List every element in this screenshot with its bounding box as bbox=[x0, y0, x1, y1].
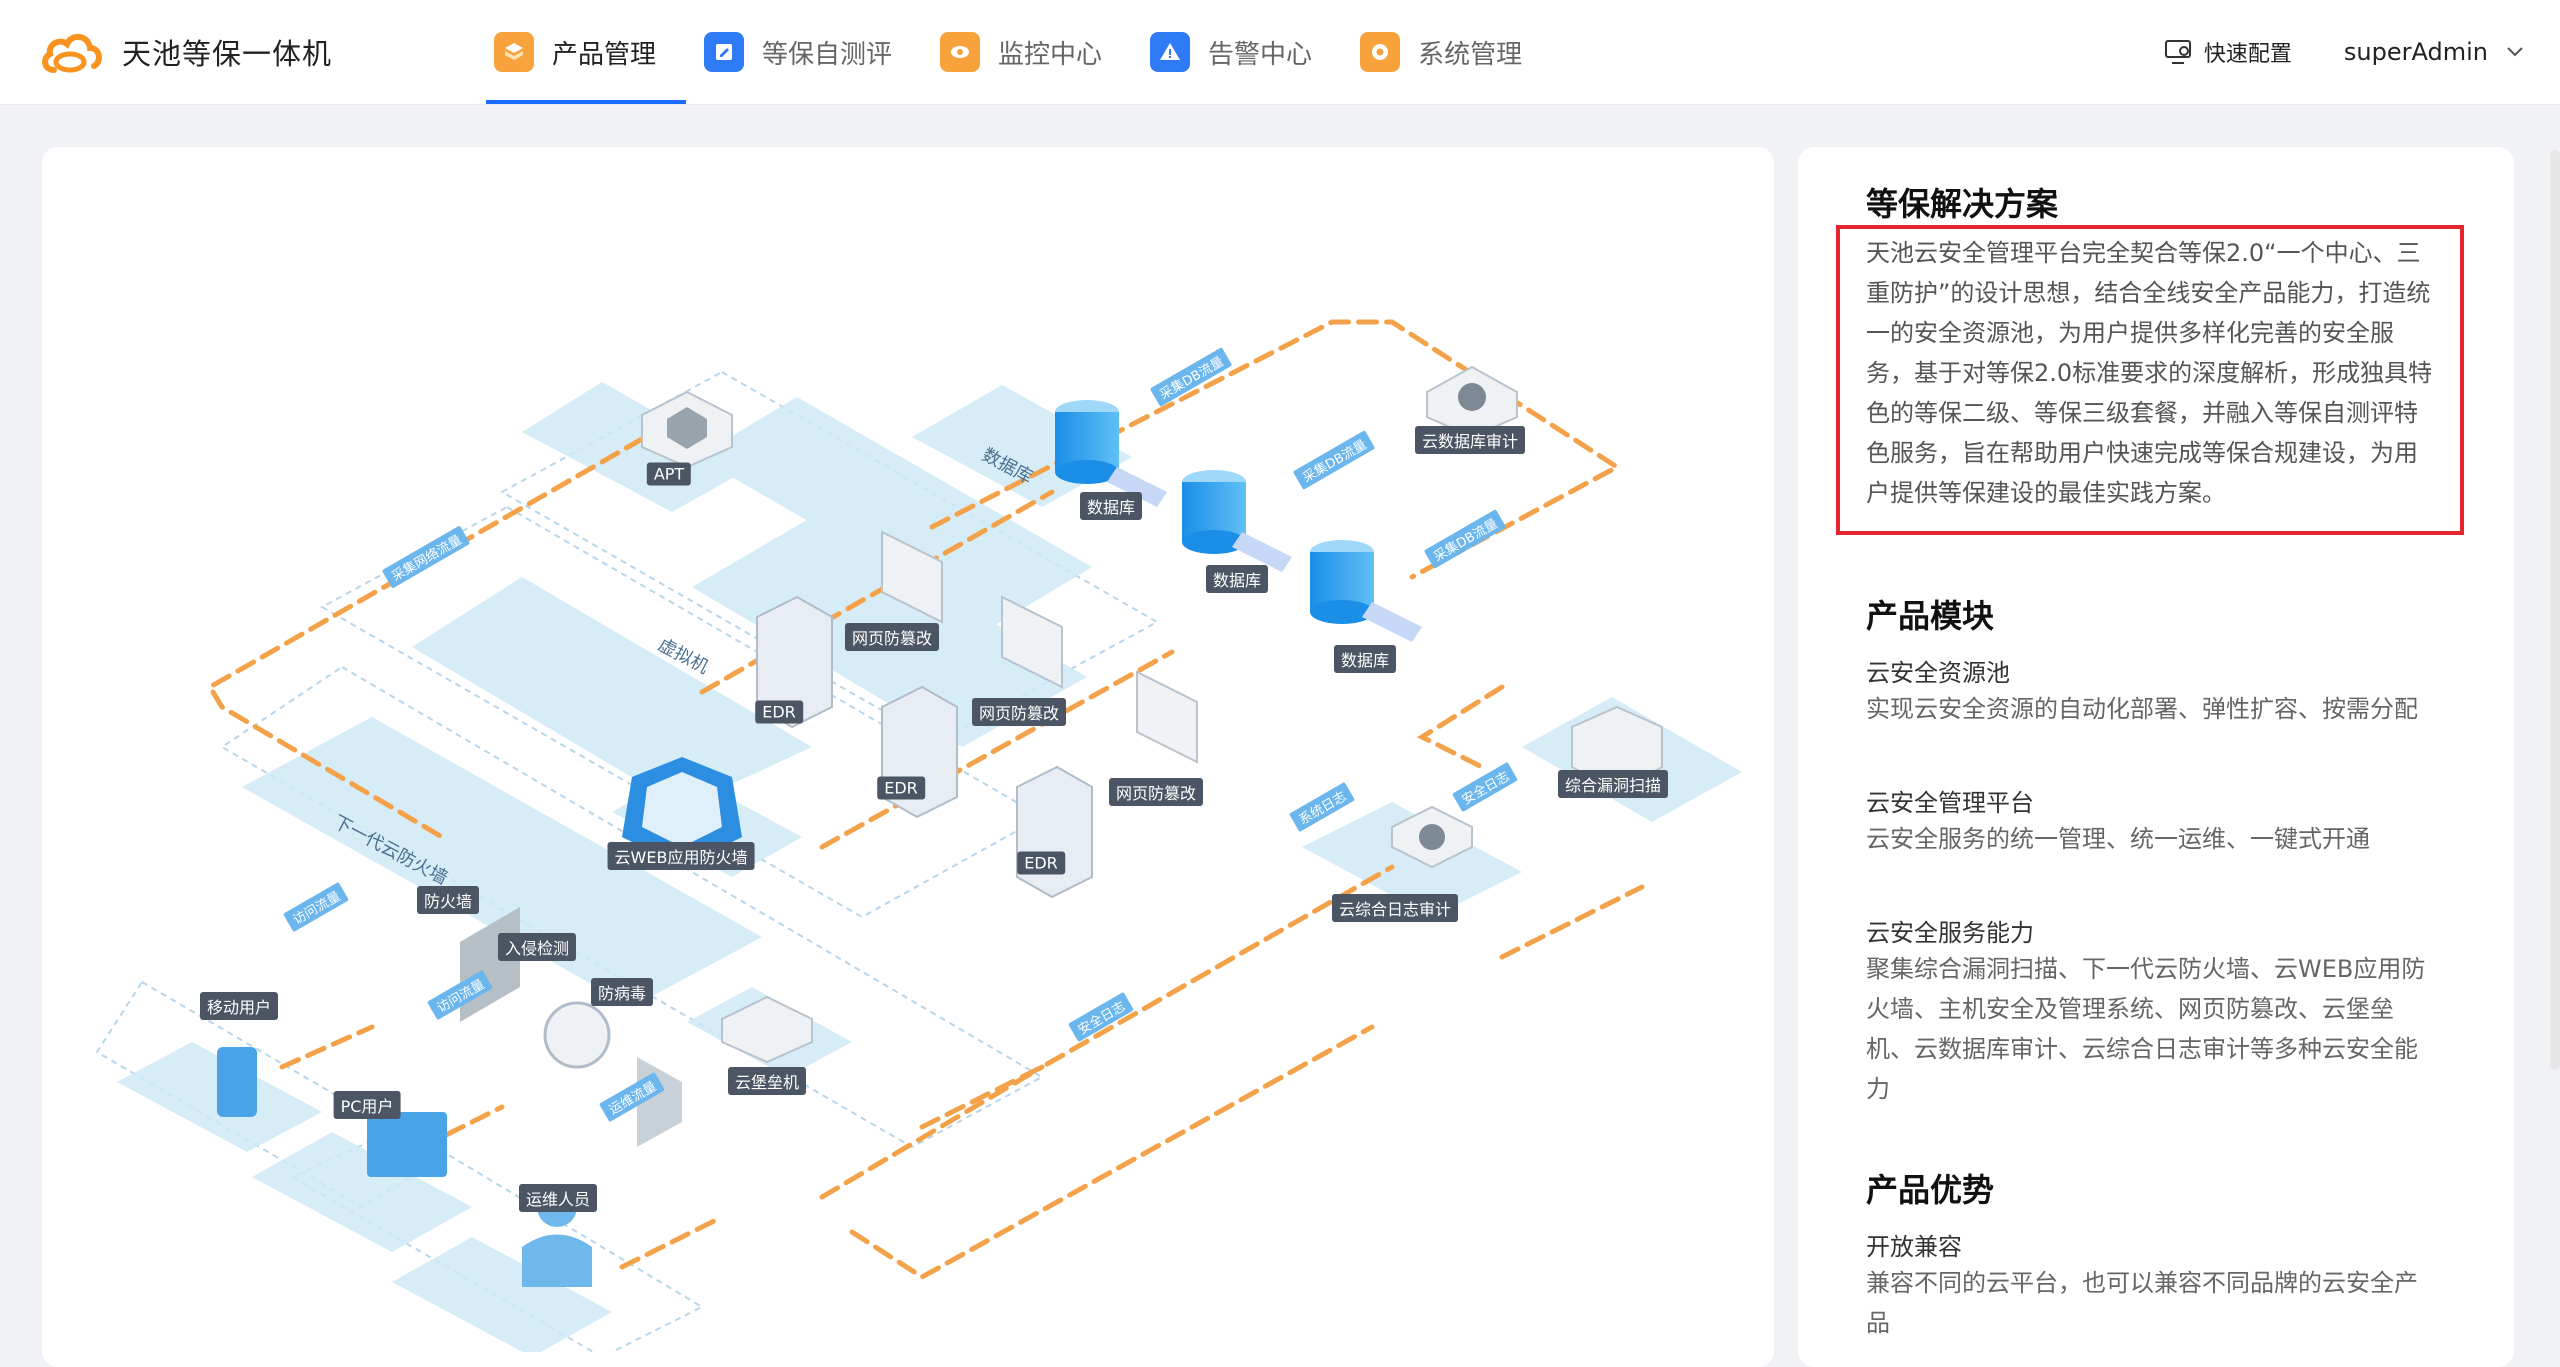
info-panel: 等保解决方案 天池云安全管理平台完全契合等保2.0“一个中心、三 重防护”的设计… bbox=[1798, 147, 2514, 1367]
node-label-log-audit: 云综合日志审计 bbox=[1331, 894, 1459, 922]
node-label-apt: APT bbox=[646, 462, 692, 486]
node-label-ops: 运维人员 bbox=[518, 1184, 598, 1212]
warning-icon bbox=[1150, 32, 1191, 72]
solution-line: 色的等保二级、等保三级套餐，并融入等保自测评特 bbox=[1866, 399, 2418, 427]
node-label-db-1: 数据库 bbox=[1079, 492, 1143, 520]
advantage-desc-compatibility: 兼容不同的云平台，也可以兼容不同品牌的云安全产 品 bbox=[1866, 1263, 2446, 1343]
username: superAdmin bbox=[2343, 38, 2488, 66]
user-menu[interactable]: superAdmin bbox=[2344, 38, 2524, 66]
diagram-graphics bbox=[95, 319, 1742, 1352]
module-name-service-capability: 云安全服务能力 bbox=[1866, 919, 2034, 947]
node-label-antivirus: 防病毒 bbox=[590, 978, 654, 1006]
node-label-web-tamper-1: 网页防篡改 bbox=[844, 623, 940, 651]
solution-line: 天池云安全管理平台完全契合等保2.0“一个中心、三 bbox=[1866, 239, 2421, 267]
section-title-advantages: 产品优势 bbox=[1866, 1171, 1995, 1209]
advantage-desc-line: 品 bbox=[1866, 1309, 1890, 1337]
node-label-ids: 入侵检测 bbox=[497, 933, 577, 961]
nav-label: 产品管理 bbox=[552, 39, 657, 70]
cube-icon bbox=[494, 32, 534, 72]
node-label-waf: 云WEB应用防火墙 bbox=[607, 842, 755, 870]
app-title: 天池等保一体机 bbox=[122, 37, 333, 71]
gear-icon bbox=[1360, 32, 1401, 72]
node-label-edr-1: EDR bbox=[755, 700, 803, 724]
module-desc-line: 实现云安全资源的自动化部署、弹性扩容、按需分配 bbox=[1866, 695, 2418, 723]
chevron-down-icon bbox=[2507, 47, 2523, 57]
app-logo[interactable]: 天池等保一体机 bbox=[40, 26, 332, 78]
header-actions: 快速配置 superAdmin bbox=[2164, 0, 2524, 104]
nav-item-product-management[interactable]: 产品管理 bbox=[486, 0, 687, 104]
node-label-db-3: 数据库 bbox=[1333, 645, 1397, 673]
section-title-modules: 产品模块 bbox=[1866, 597, 1995, 635]
module-desc-line: 火墙、主机安全及管理系统、网页防篡改、云堡垒 bbox=[1866, 995, 2394, 1023]
module-desc-line: 聚集综合漏洞扫描、下一代云防火墙、云WEB应用防 bbox=[1866, 955, 2426, 983]
node-label-web-tamper-2: 网页防篡改 bbox=[971, 698, 1067, 726]
advantage-name-compatibility: 开放兼容 bbox=[1866, 1233, 1962, 1261]
nav-label: 系统管理 bbox=[1418, 39, 1523, 70]
solution-line: 务，基于对等保2.0标准要求的深度解析，形成独具特 bbox=[1866, 359, 2433, 387]
eye-icon bbox=[940, 32, 981, 72]
solution-line: 色服务，旨在帮助用户快速完成等保合规建设，为用 bbox=[1866, 439, 2418, 467]
monitor-settings-icon bbox=[2164, 40, 2191, 64]
page-scrollbar[interactable] bbox=[2550, 150, 2560, 1070]
main-nav: 产品管理 等保自测评 监控中心 告警中心 系统管理 bbox=[486, 0, 1562, 104]
nav-item-system-management[interactable]: 系统管理 bbox=[1352, 0, 1552, 104]
node-label-web-tamper-3: 网页防篡改 bbox=[1108, 778, 1204, 806]
module-desc-line: 云安全服务的统一管理、统一运维、一键式开通 bbox=[1866, 825, 2370, 853]
node-label-db-audit: 云数据库审计 bbox=[1414, 426, 1526, 454]
node-label-edr-3: EDR bbox=[1017, 851, 1065, 875]
nav-label: 告警中心 bbox=[1208, 39, 1313, 70]
advantage-desc-line: 兼容不同的云平台，也可以兼容不同品牌的云安全产 bbox=[1866, 1269, 2418, 1297]
cloud-logo-icon bbox=[42, 34, 102, 73]
module-desc-line: 力 bbox=[1866, 1075, 1890, 1103]
solution-line: 户提供等保建设的最佳实践方案。 bbox=[1866, 479, 2226, 507]
nav-item-self-assessment[interactable]: 等保自测评 bbox=[696, 0, 922, 104]
module-desc-line: 机、云数据库审计、云综合日志审计等多种云安全能 bbox=[1866, 1035, 2418, 1063]
node-label-mobile-user: 移动用户 bbox=[199, 992, 279, 1020]
nav-item-alert-center[interactable]: 告警中心 bbox=[1142, 0, 1342, 104]
module-name-resource-pool: 云安全资源池 bbox=[1866, 659, 2010, 687]
node-label-pc-user: PC用户 bbox=[333, 1091, 401, 1119]
node-label-bastion: 云堡垒机 bbox=[727, 1067, 807, 1095]
quick-config-label: 快速配置 bbox=[2203, 42, 2292, 67]
node-label-db-2: 数据库 bbox=[1205, 565, 1269, 593]
node-label-vuln-scan: 综合漏洞扫描 bbox=[1557, 770, 1669, 798]
node-label-firewall: 防火墙 bbox=[416, 886, 480, 914]
solution-line: 一的安全资源池，为用户提供多样化完善的安全服 bbox=[1866, 319, 2394, 347]
module-name-management-platform: 云安全管理平台 bbox=[1866, 789, 2034, 817]
quick-config-button[interactable]: 快速配置 bbox=[2164, 36, 2292, 68]
architecture-diagram: 数据库 虚拟机 下一代云防火墙 APT 云数据库审计 数据库 数据库 数据库 E… bbox=[42, 147, 1774, 1367]
nav-label: 监控中心 bbox=[998, 39, 1103, 70]
module-desc-management-platform: 云安全服务的统一管理、统一运维、一键式开通 bbox=[1866, 819, 2446, 859]
edit-icon bbox=[704, 32, 745, 72]
top-header: 天池等保一体机 产品管理 等保自测评 监控中心 告警中心 系统管理 快速配置 s… bbox=[0, 0, 2560, 105]
section-title-solution: 等保解决方案 bbox=[1866, 185, 2059, 223]
module-desc-service-capability: 聚集综合漏洞扫描、下一代云防火墙、云WEB应用防 火墙、主机安全及管理系统、网页… bbox=[1866, 949, 2446, 1109]
nav-label: 等保自测评 bbox=[762, 39, 893, 70]
module-desc-resource-pool: 实现云安全资源的自动化部署、弹性扩容、按需分配 bbox=[1866, 689, 2446, 729]
nav-item-monitor-center[interactable]: 监控中心 bbox=[932, 0, 1132, 104]
solution-line: 重防护”的设计思想，结合全线安全产品能力，打造统 bbox=[1866, 279, 2431, 307]
node-label-edr-2: EDR bbox=[877, 776, 925, 800]
solution-description: 天池云安全管理平台完全契合等保2.0“一个中心、三 重防护”的设计思想，结合全线… bbox=[1866, 233, 2446, 513]
